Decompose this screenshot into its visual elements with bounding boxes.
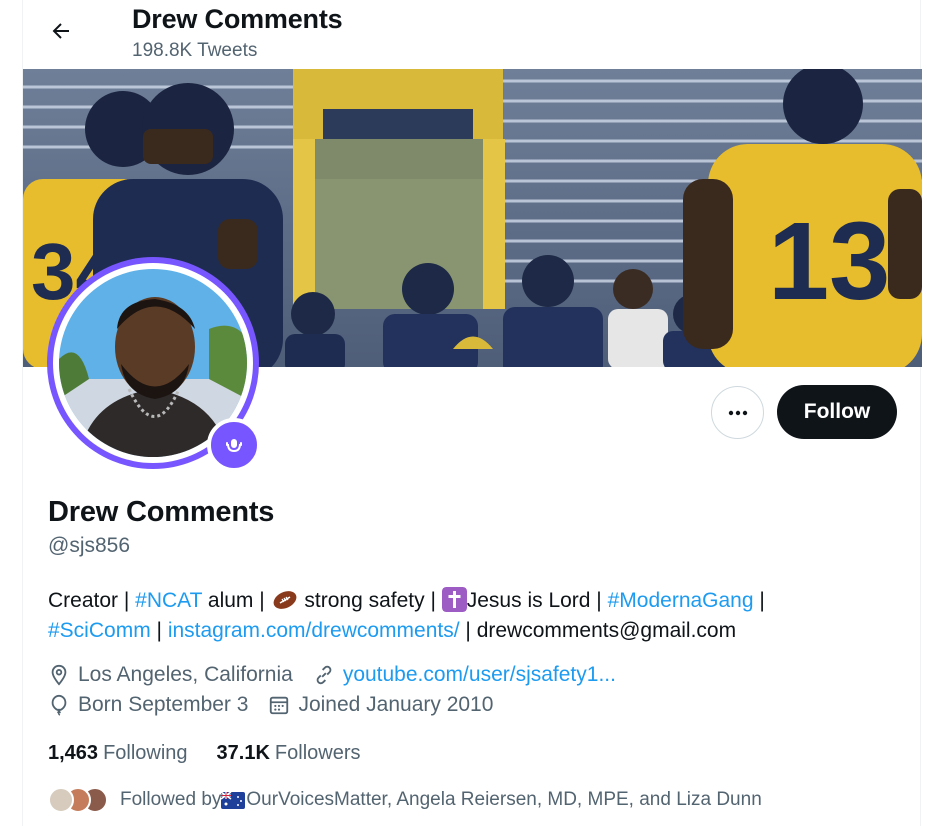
back-button[interactable] bbox=[43, 13, 79, 49]
hashtag-modernagang-link[interactable]: #ModernaGang bbox=[608, 589, 754, 612]
calendar-icon bbox=[270, 696, 289, 715]
followers-count: 37.1K bbox=[216, 742, 270, 764]
bio-text: | bbox=[150, 619, 168, 642]
birthday: Born September 3 bbox=[48, 693, 248, 717]
microphone-spaces-icon bbox=[226, 439, 242, 453]
bio-text: | bbox=[753, 589, 765, 612]
birthday-text: Born September 3 bbox=[78, 693, 249, 716]
profile-meta-row: Los Angeles, California youtube.com/user… bbox=[48, 663, 636, 687]
link-icon bbox=[316, 665, 332, 685]
profile-bio: Creator | #NCAT alum | strong safety | J… bbox=[48, 586, 908, 646]
following-stat[interactable]: 1,463 Following bbox=[48, 742, 188, 765]
latin-cross-icon bbox=[441, 587, 467, 612]
joined-date: Joined January 2010 bbox=[268, 693, 493, 717]
profile-column: Drew Comments 198.8K Tweets 34 13 Follow… bbox=[22, 0, 922, 826]
location-text: Los Angeles, California bbox=[78, 663, 293, 686]
balloon-icon bbox=[51, 694, 67, 716]
arrow-left-icon bbox=[52, 23, 69, 39]
followers-label: Followers bbox=[274, 742, 361, 764]
followers-stat[interactable]: 37.1K Followers bbox=[217, 742, 361, 765]
bio-text: Jesus is Lord | bbox=[466, 589, 608, 612]
australia-flag-icon bbox=[221, 791, 246, 809]
profile-handle: @sjs856 bbox=[48, 534, 131, 557]
more-options-button[interactable] bbox=[711, 386, 764, 439]
followed-by-prefix: Followed by bbox=[120, 789, 222, 810]
follower-avatars bbox=[48, 787, 108, 813]
followed-by[interactable]: Followed by OurVoicesMatter, Angela Reie… bbox=[48, 787, 762, 813]
joined-text: Joined January 2010 bbox=[298, 693, 494, 716]
profile-header-bar: Drew Comments 198.8K Tweets bbox=[23, 0, 920, 69]
location: Los Angeles, California bbox=[48, 663, 293, 687]
location-pin-icon bbox=[51, 664, 67, 686]
instagram-link[interactable]: instagram.com/drewcomments/ bbox=[168, 619, 460, 642]
bio-text: strong safety | bbox=[298, 589, 442, 612]
profile-meta-row: Born September 3 Joined January 2010 bbox=[48, 693, 513, 717]
header-title: Drew Comments bbox=[132, 4, 343, 34]
bio-text: Creator | bbox=[48, 589, 136, 612]
hashtag-scicomm-link[interactable]: #SciComm bbox=[48, 619, 151, 642]
profile-name: Drew Comments bbox=[48, 496, 275, 528]
tweet-count: 198.8K Tweets bbox=[132, 40, 258, 61]
website[interactable]: youtube.com/user/sjsafety1... bbox=[313, 663, 616, 687]
banner-jersey-number: 13 bbox=[768, 200, 890, 323]
bio-text: alum | bbox=[202, 589, 271, 612]
hashtag-ncat-link[interactable]: #NCAT bbox=[135, 589, 202, 612]
followed-by-names: OurVoicesMatter, Angela Reiersen, MD, MP… bbox=[246, 789, 762, 810]
follow-button[interactable]: Follow bbox=[777, 385, 897, 439]
american-football-icon bbox=[273, 591, 296, 609]
follower-avatar bbox=[48, 787, 74, 813]
spaces-badge[interactable] bbox=[207, 418, 261, 472]
more-dots-icon bbox=[728, 410, 747, 415]
follow-stats: 1,463 Following 37.1K Followers bbox=[48, 742, 390, 765]
following-count: 1,463 bbox=[48, 742, 99, 764]
bio-text: | drewcomments@gmail.com bbox=[459, 619, 737, 642]
website-link[interactable]: youtube.com/user/sjsafety1... bbox=[343, 663, 616, 687]
following-label: Following bbox=[103, 742, 188, 764]
